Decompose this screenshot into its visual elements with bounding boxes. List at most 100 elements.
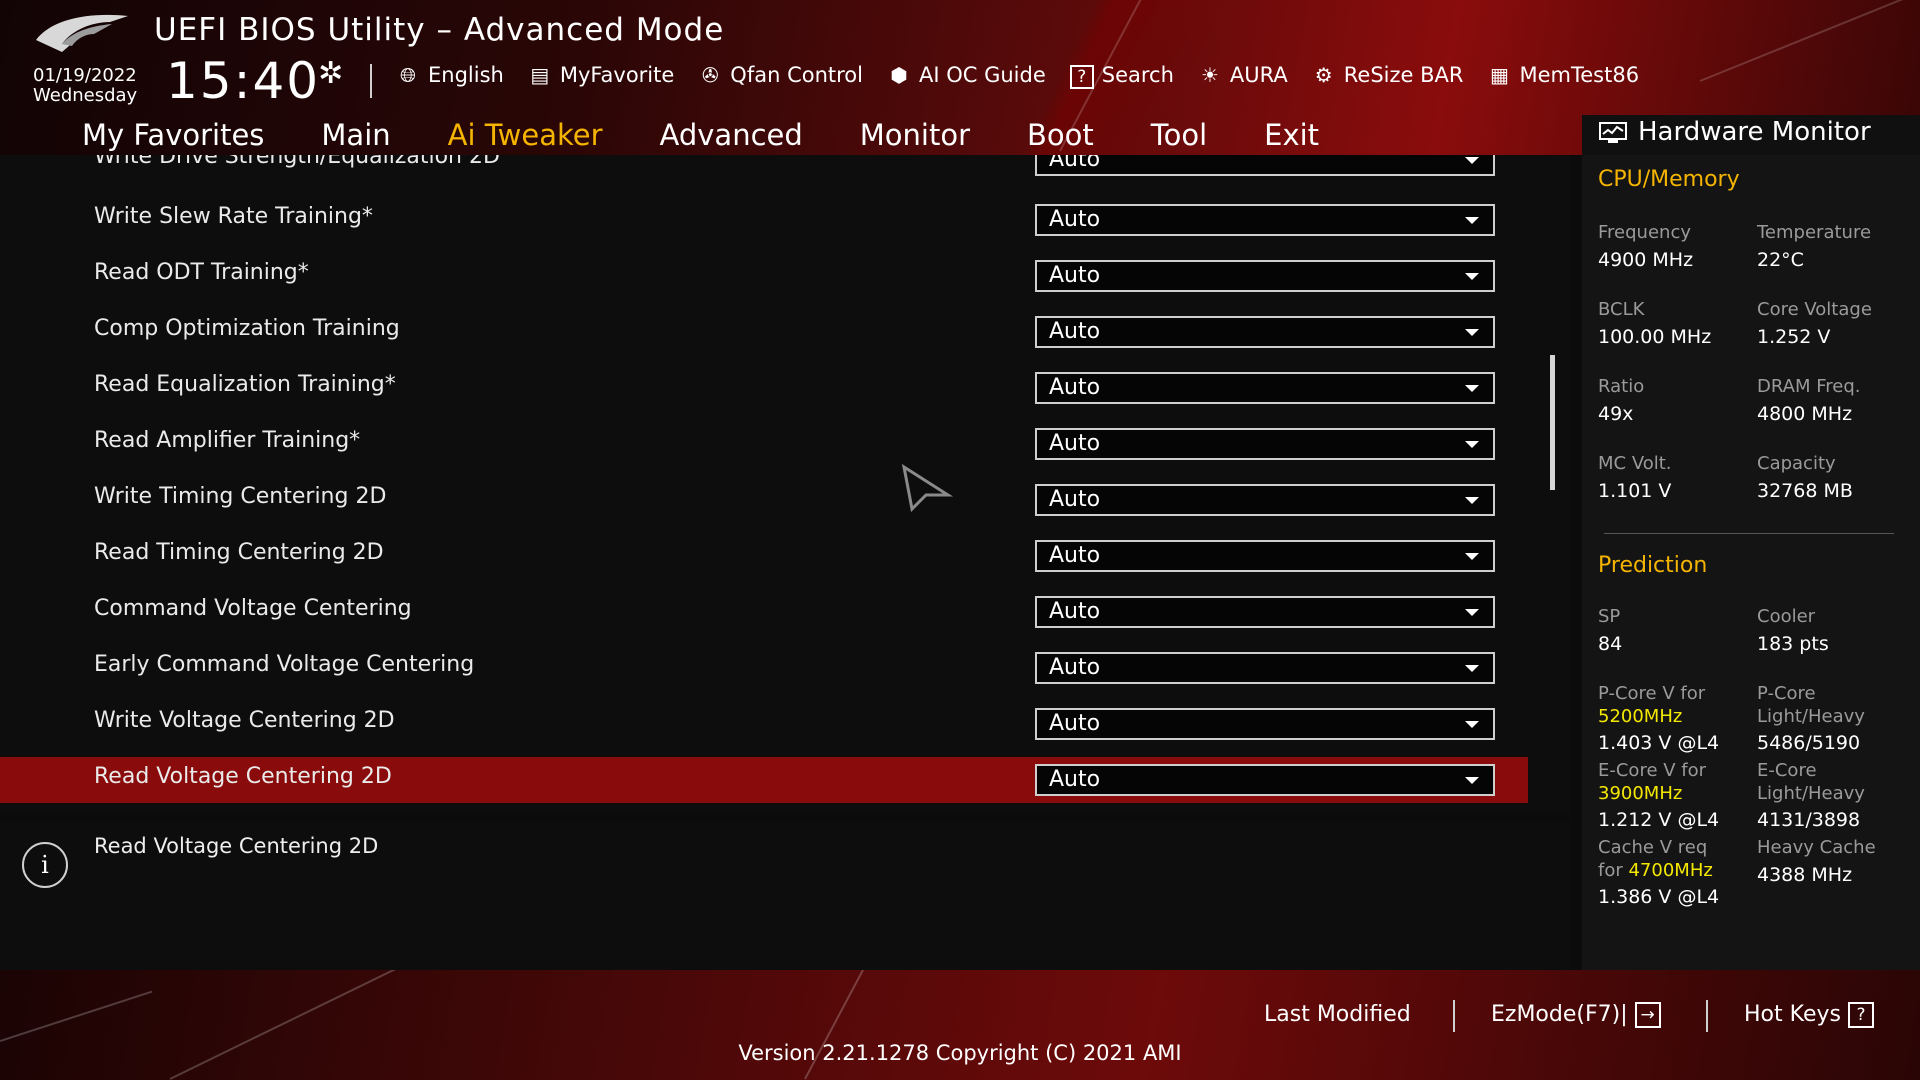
toolbar-label: Search [1101,63,1174,87]
hw-temperature: Temperature 22°C [1757,221,1871,272]
hardware-monitor-header: Hardware Monitor [1582,113,1920,153]
gear-icon[interactable]: ✲ [318,56,343,91]
chevron-down-icon [1465,157,1479,164]
hw-value: 4131/3898 [1757,809,1861,831]
toolbar-label: MyFavorite [559,63,675,87]
setting-dropdown[interactable]: Auto [1035,708,1495,740]
version-text: Version 2.21.1278 Copyright (C) 2021 AMI [738,1041,1182,1065]
mouse-cursor-icon [901,463,954,513]
hw-key: Light/Heavy [1757,783,1865,804]
aura-button[interactable]: ☀︎ AURA [1196,63,1288,87]
setting-dropdown[interactable]: Auto [1035,596,1495,628]
setting-row[interactable]: Read Amplifier Training* Auto [0,421,1528,467]
dropdown-value: Auto [1049,599,1101,624]
main-menu: My Favorites Main Ai Tweaker Advanced Mo… [82,114,1376,155]
setting-dropdown[interactable]: Auto [1035,764,1495,796]
resize-bar-button[interactable]: ⚙︎ ReSize BAR [1310,63,1464,87]
setting-row[interactable]: Write Timing Centering 2D Auto [0,477,1528,523]
hotkeys-button[interactable]: Hot Keys ? [1744,1002,1874,1028]
setting-row[interactable]: Read Equalization Training* Auto [0,365,1528,411]
hw-key: BCLK [1598,299,1645,320]
cpu-memory-title: CPU/Memory [1598,167,1740,192]
ai-guide-icon: ⬢ [890,63,908,87]
info-icon: i [22,842,68,888]
header-divider [370,64,372,98]
setting-row[interactable]: Read ODT Training* Auto [0,253,1528,299]
memtest86-button[interactable]: ▦ MemTest86 [1485,63,1639,87]
setting-label: Early Command Voltage Centering [94,652,475,677]
ai-oc-guide-button[interactable]: ⬢ AI OC Guide [885,63,1046,87]
setting-row[interactable]: Early Command Voltage Centering Auto [0,645,1528,691]
monitor-icon [1599,122,1627,143]
setting-label: Write Drive Strength/Equalization 2D [94,155,500,169]
prediction-title: Prediction [1598,553,1708,578]
chevron-down-icon [1465,273,1479,280]
setting-row[interactable]: Write Voltage Centering 2D Auto [0,701,1528,747]
hw-core-voltage: Core Voltage 1.252 V [1757,298,1872,349]
footer-divider [1453,1000,1455,1032]
tab-main[interactable]: Main [321,114,390,155]
setting-row-selected[interactable]: Read Voltage Centering 2D Auto [0,757,1528,803]
tab-my-favorites[interactable]: My Favorites [82,114,264,155]
dropdown-value: Auto [1049,155,1101,172]
chevron-down-icon [1465,665,1479,672]
language-button[interactable]: 🌐︎ English [394,63,504,87]
setting-dropdown[interactable]: Auto [1035,540,1495,572]
settings-list: Write Drive Strength/Equalization 2D Aut… [0,155,1570,813]
search-help-icon: ? [1068,63,1096,89]
hw-capacity: Capacity 32768 MB [1757,452,1853,503]
date-display: 01/19/2022 Wednesday [33,66,137,106]
setting-dropdown[interactable]: Auto [1035,155,1495,176]
settings-scrollbar[interactable] [1550,355,1555,490]
hw-value: 183 pts [1757,633,1829,655]
tab-tool[interactable]: Tool [1151,114,1207,155]
hw-value: 1.101 V [1598,480,1672,502]
setting-label: Read ODT Training* [94,260,309,285]
favorite-icon: ▤ [530,63,550,87]
ezmode-button[interactable]: EzMode(F7)| → [1491,1002,1661,1028]
setting-dropdown[interactable]: Auto [1035,260,1495,292]
pred-pcore-v: P-Core V for 5200MHz 1.403 V @L4 [1598,682,1719,755]
setting-dropdown[interactable]: Auto [1035,204,1495,236]
setting-row[interactable]: Write Drive Strength/Equalization 2D Aut… [0,155,1528,183]
dropdown-value: Auto [1049,767,1101,792]
hw-freq-highlight: 5200MHz [1598,706,1683,727]
hw-freq-highlight: 3900MHz [1598,783,1683,804]
qfan-control-button[interactable]: ✇ Qfan Control [696,63,863,87]
setting-dropdown[interactable]: Auto [1035,484,1495,516]
hw-value: 49x [1598,403,1634,425]
setting-dropdown[interactable]: Auto [1035,428,1495,460]
hw-bclk: BCLK 100.00 MHz [1598,298,1711,349]
decor-stripe [0,990,153,1042]
tab-exit[interactable]: Exit [1264,114,1319,155]
dropdown-value: Auto [1049,375,1101,400]
tab-monitor[interactable]: Monitor [860,114,970,155]
dropdown-value: Auto [1049,207,1101,232]
setting-dropdown[interactable]: Auto [1035,652,1495,684]
dropdown-value: Auto [1049,655,1101,680]
last-modified-button[interactable]: Last Modified [1264,1002,1411,1027]
setting-row[interactable]: Read Timing Centering 2D Auto [0,533,1528,579]
clock[interactable]: 15:40 [166,52,320,110]
hw-key: Cooler [1757,606,1816,627]
search-button[interactable]: ? Search [1068,63,1174,89]
tab-ai-tweaker[interactable]: Ai Tweaker [448,114,603,155]
tab-advanced[interactable]: Advanced [660,114,803,155]
hw-key: for [1598,860,1623,881]
setting-row[interactable]: Comp Optimization Training Auto [0,309,1528,355]
toolbar-label: AURA [1229,63,1288,87]
setting-row[interactable]: Write Slew Rate Training* Auto [0,197,1528,243]
setting-dropdown[interactable]: Auto [1035,372,1495,404]
hw-value: 4388 MHz [1757,864,1853,886]
hardware-monitor-panel: CPU/Memory Frequency 4900 MHz Temperature… [1582,155,1920,970]
hw-key: Core Voltage [1757,299,1872,320]
hw-key: Capacity [1757,453,1836,474]
tab-boot[interactable]: Boot [1027,114,1094,155]
hw-value: 5486/5190 [1757,732,1861,754]
setting-label: Read Voltage Centering 2D [94,764,392,789]
setting-row[interactable]: Command Voltage Centering Auto [0,589,1528,635]
toolbar-label: ReSize BAR [1343,63,1464,87]
hw-value: 4800 MHz [1757,403,1853,425]
myfavorite-button[interactable]: ▤ MyFavorite [526,63,674,87]
setting-dropdown[interactable]: Auto [1035,316,1495,348]
